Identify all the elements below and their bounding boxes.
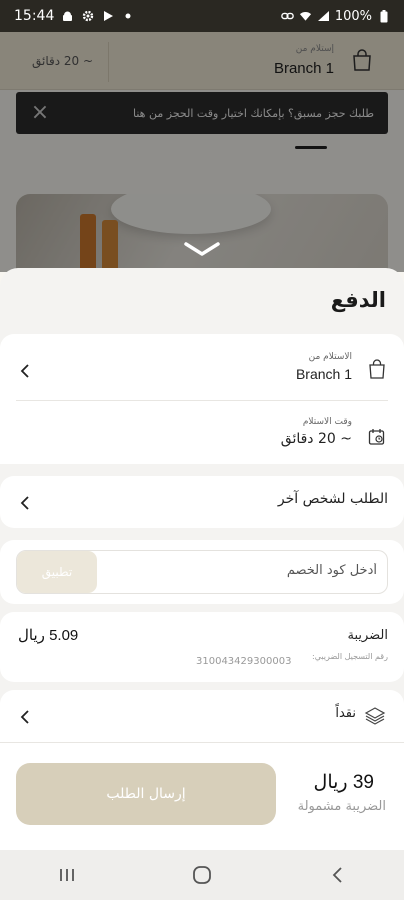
apply-promo-button[interactable]: تطبيق [17, 551, 97, 593]
bag-icon [368, 359, 386, 383]
tax-label: الضريبة [347, 628, 388, 643]
tax-amount: 5.09 ريال [18, 627, 79, 644]
back-icon[interactable] [317, 857, 357, 893]
collapse-chevron-icon[interactable] [182, 240, 222, 258]
chevron-left-icon [18, 495, 32, 510]
sheet-title: الدفع [330, 288, 386, 312]
wifi-icon [299, 10, 312, 23]
order-for-other-label: الطلب لشخص آخر [277, 491, 388, 507]
payment-method-label: نقداً [335, 706, 356, 721]
notification-dot-icon [121, 10, 134, 23]
tax-reg-number: 310043429300003 [196, 656, 292, 667]
status-time: 15:44 [14, 8, 55, 24]
settings-icon [81, 10, 94, 23]
order-total: 39 ريال [313, 772, 374, 793]
pickup-branch: Branch 1 [295, 366, 352, 382]
status-bar: 15:44 100% [0, 0, 404, 32]
home-icon[interactable] [182, 857, 222, 893]
chevron-left-icon [18, 363, 32, 378]
payment-method-row[interactable]: نقداً [0, 690, 404, 742]
order-for-other-row[interactable]: الطلب لشخص آخر [0, 476, 404, 528]
pickup-label: الاستلام من [308, 352, 352, 362]
submit-order-button[interactable]: إرسال الطلب [16, 763, 276, 825]
play-store-icon [101, 10, 114, 23]
chevron-left-icon [18, 709, 32, 724]
time-value: ~ 20 دقائق [280, 431, 352, 447]
dim-overlay[interactable] [0, 32, 404, 272]
promo-box: تطبيق [16, 550, 388, 594]
recent-apps-icon[interactable] [47, 857, 87, 893]
promo-code-input[interactable] [117, 563, 377, 578]
tax-card: الضريبة 5.09 ريال رقم التسجيل الضريبي: [0, 612, 404, 682]
calendar-clock-icon [368, 428, 386, 450]
pickup-card: الاستلام من Branch 1 وقت الاستلام ~ 20 د… [0, 334, 404, 464]
pickup-branch-row[interactable]: الاستلام من Branch 1 [0, 334, 404, 400]
payment-sheet: الدفع الاستلام من Branch 1 وقت الاستلام … [0, 268, 404, 850]
battery-icon [377, 9, 390, 23]
pickup-time-row[interactable]: وقت الاستلام ~ 20 دقائق [0, 401, 404, 464]
tax-included-note: الضريبة مشمولة [297, 799, 386, 814]
checkout-footer: 39 ريال الضريبة مشمولة إرسال الطلب [0, 742, 404, 850]
time-label: وقت الاستلام [302, 417, 352, 427]
cash-icon [364, 705, 386, 729]
promo-card: تطبيق [0, 540, 404, 604]
tax-reg-label: رقم التسجيل الضريبي: [312, 652, 388, 661]
link-icon [281, 10, 294, 23]
signal-icon [317, 10, 330, 23]
battery-percent: 100% [334, 8, 372, 24]
android-icon [61, 10, 74, 23]
navigation-bar [0, 850, 404, 900]
